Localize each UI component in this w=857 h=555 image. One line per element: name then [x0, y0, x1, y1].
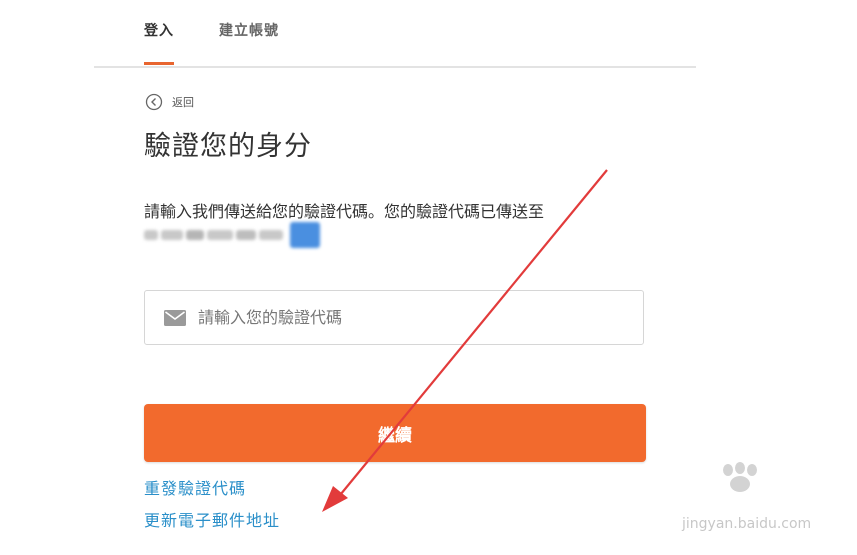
- page-title: 驗證您的身分: [144, 131, 312, 162]
- auth-tabs: 登入 建立帳號: [94, 0, 696, 68]
- masked-email-redaction: [144, 222, 320, 248]
- back-label: 返回: [172, 96, 194, 109]
- back-arrow-icon: [145, 93, 163, 111]
- resend-code-link[interactable]: 重發驗證代碼: [144, 475, 246, 499]
- tab-register[interactable]: 建立帳號: [219, 20, 279, 40]
- watermark-url: jingyan.baidu.com: [682, 516, 812, 532]
- back-link[interactable]: 返回: [145, 93, 194, 111]
- baidu-paw-logo: [723, 462, 757, 492]
- verification-code-field[interactable]: [144, 290, 644, 345]
- continue-button[interactable]: 繼續: [144, 404, 646, 462]
- tab-login[interactable]: 登入: [144, 20, 174, 40]
- active-tab-indicator: [144, 62, 174, 65]
- mail-icon: [164, 309, 186, 326]
- verification-code-input[interactable]: [196, 307, 620, 328]
- update-email-link[interactable]: 更新電子郵件地址: [144, 507, 280, 531]
- baidu-watermark: jingyan.baidu.com: [640, 462, 830, 542]
